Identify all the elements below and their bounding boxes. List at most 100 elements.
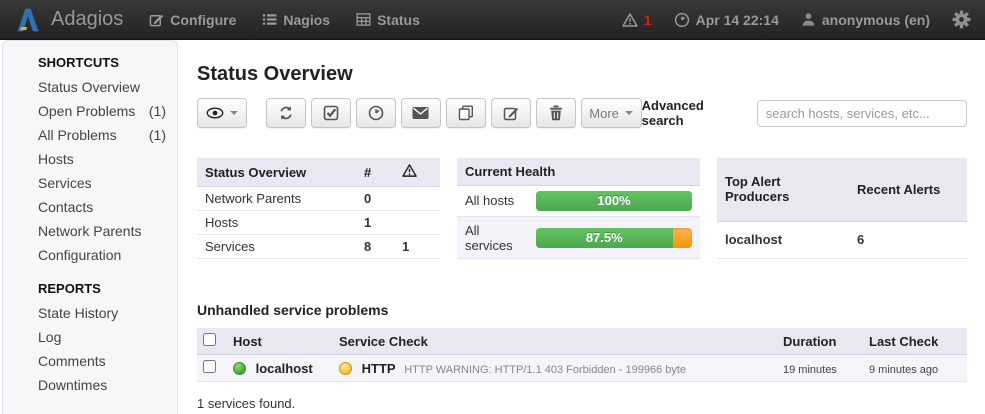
problem-row[interactable]: localhost HTTP HTTP WARNING: HTTP/1.1 40… xyxy=(197,355,967,382)
service-link[interactable]: HTTP xyxy=(362,361,396,376)
gear-icon xyxy=(952,10,971,29)
sidebar-item-log[interactable]: Log xyxy=(38,325,166,349)
status-panel-title: Status Overview xyxy=(197,158,356,187)
refresh-button[interactable] xyxy=(266,98,306,128)
sidebar-item-network-parents[interactable]: Network Parents xyxy=(38,219,166,243)
sidebar-item-configuration[interactable]: Configuration xyxy=(38,243,166,267)
schedule-downtime-button[interactable] xyxy=(356,98,396,128)
summary-panels: Status Overview # Network Parents 0 xyxy=(197,158,967,259)
item-count: (1) xyxy=(149,123,166,147)
unhandled-problems-title: Unhandled service problems xyxy=(197,302,967,318)
service-column-header: Service Check xyxy=(333,328,777,355)
host-link[interactable]: localhost xyxy=(256,361,313,376)
hosts-health-progressbar: 100% xyxy=(536,191,692,211)
alert-count-badge: 1 xyxy=(644,12,652,28)
progress-bar-fill: 100% xyxy=(536,191,692,211)
table-row: All services 87.5% xyxy=(457,217,700,259)
envelope-icon xyxy=(412,106,429,120)
sidebar-item-contacts[interactable]: Contacts xyxy=(38,195,166,219)
more-button-label: More xyxy=(589,106,619,121)
producers-column-header: Top Alert Producers xyxy=(717,158,849,221)
settings-gear-button[interactable] xyxy=(952,10,971,29)
delete-button[interactable] xyxy=(536,98,576,128)
host-status-ok-icon xyxy=(233,362,246,375)
warning-triangle-icon xyxy=(402,163,417,178)
refresh-icon xyxy=(278,105,294,121)
nav-configure-label: Configure xyxy=(170,12,236,28)
item-count: (1) xyxy=(149,99,166,123)
sidebar-item-services[interactable]: Services xyxy=(38,171,166,195)
nav-nagios-label: Nagios xyxy=(283,12,330,28)
check-square-icon xyxy=(323,105,339,121)
warning-column-header xyxy=(394,158,440,187)
unhandled-problems-section: Unhandled service problems Host Service … xyxy=(197,302,967,411)
trash-icon xyxy=(549,105,563,121)
more-button[interactable]: More xyxy=(581,98,642,128)
duration-column-header: Duration xyxy=(777,328,863,355)
last-check-value: 9 minutes ago xyxy=(869,364,938,376)
list-icon xyxy=(262,12,277,27)
adagios-logo-icon[interactable] xyxy=(14,6,42,34)
row-checkbox[interactable] xyxy=(203,360,216,373)
sidebar-section-reports: REPORTS xyxy=(38,277,177,301)
search-input[interactable] xyxy=(757,100,967,127)
notification-button[interactable] xyxy=(401,98,441,128)
table-row: All hosts 100% xyxy=(457,185,700,216)
nav-status[interactable]: Status xyxy=(356,12,420,28)
advanced-search-label: Advanced search xyxy=(642,98,748,128)
service-status-text: HTTP WARNING: HTTP/1.1 403 Forbidden - 1… xyxy=(404,364,686,376)
nav-user[interactable]: anonymous (en) xyxy=(801,12,930,28)
nav-configure[interactable]: Configure xyxy=(149,12,236,28)
host-column-header: Host xyxy=(227,328,333,355)
service-status-warning-icon xyxy=(339,362,352,375)
recent-alerts-column-header: Recent Alerts xyxy=(849,158,967,221)
view-options-button[interactable] xyxy=(197,98,247,128)
clock-icon xyxy=(368,105,384,121)
brand-name[interactable]: Adagios xyxy=(51,8,123,31)
sidebar-item-comments[interactable]: Comments xyxy=(38,349,166,373)
sidebar-item-all-problems[interactable]: All Problems (1) xyxy=(38,123,166,147)
copy-icon xyxy=(458,105,474,121)
edit-square-icon xyxy=(503,105,519,121)
table-row[interactable]: Network Parents 0 xyxy=(197,187,440,211)
navbar-right: 1 Apr 14 22:14 anonymous (en) xyxy=(622,10,971,29)
status-overview-panel: Status Overview # Network Parents 0 xyxy=(197,158,440,259)
clock-icon xyxy=(674,12,690,28)
nav-user-label: anonymous (en) xyxy=(822,12,930,28)
sidebar-item-state-history[interactable]: State History xyxy=(38,301,166,325)
toolbar: More Advanced search xyxy=(197,98,967,128)
sidebar-item-status-overview[interactable]: Status Overview xyxy=(38,75,166,99)
sidebar-item-hosts[interactable]: Hosts xyxy=(38,147,166,171)
sidebar-item-downtimes[interactable]: Downtimes xyxy=(38,373,166,397)
page-title: Status Overview xyxy=(197,63,967,86)
nav-datetime[interactable]: Apr 14 22:14 xyxy=(674,12,779,28)
count-column-header: # xyxy=(356,158,394,187)
eye-icon xyxy=(206,106,224,120)
nav-alerts[interactable]: 1 xyxy=(622,12,652,28)
progress-bar-fill: 87.5% xyxy=(536,228,673,248)
sidebar: SHORTCUTS Status Overview Open Problems … xyxy=(2,40,178,414)
services-health-progressbar: 87.5% xyxy=(536,228,692,248)
current-health-title: Current Health xyxy=(457,158,700,185)
caret-down-icon xyxy=(230,111,238,115)
select-all-checkbox[interactable] xyxy=(203,333,216,346)
problems-table: Host Service Check Duration Last Check l… xyxy=(197,328,967,382)
table-row[interactable]: Services 8 1 xyxy=(197,235,440,259)
table-icon xyxy=(356,12,371,27)
results-count-text: 1 services found. xyxy=(197,396,967,411)
acknowledge-button[interactable] xyxy=(311,98,351,128)
table-row[interactable]: Hosts 1 xyxy=(197,211,440,235)
current-health-panel: Current Health All hosts 100% All servic… xyxy=(457,158,700,259)
edit-button[interactable] xyxy=(491,98,531,128)
copy-button[interactable] xyxy=(446,98,486,128)
table-row[interactable]: localhost 6 xyxy=(717,221,967,258)
edit-icon xyxy=(149,12,164,27)
nav-nagios[interactable]: Nagios xyxy=(262,12,330,28)
sidebar-item-open-problems[interactable]: Open Problems (1) xyxy=(38,99,166,123)
caret-down-icon xyxy=(625,111,633,115)
duration-value: 19 minutes xyxy=(783,364,837,376)
top-navbar: Adagios Configure Nagios Sta xyxy=(0,0,985,40)
warning-triangle-icon xyxy=(622,12,638,28)
sidebar-section-shortcuts: SHORTCUTS xyxy=(38,51,177,75)
nav-datetime-label: Apr 14 22:14 xyxy=(696,12,779,28)
